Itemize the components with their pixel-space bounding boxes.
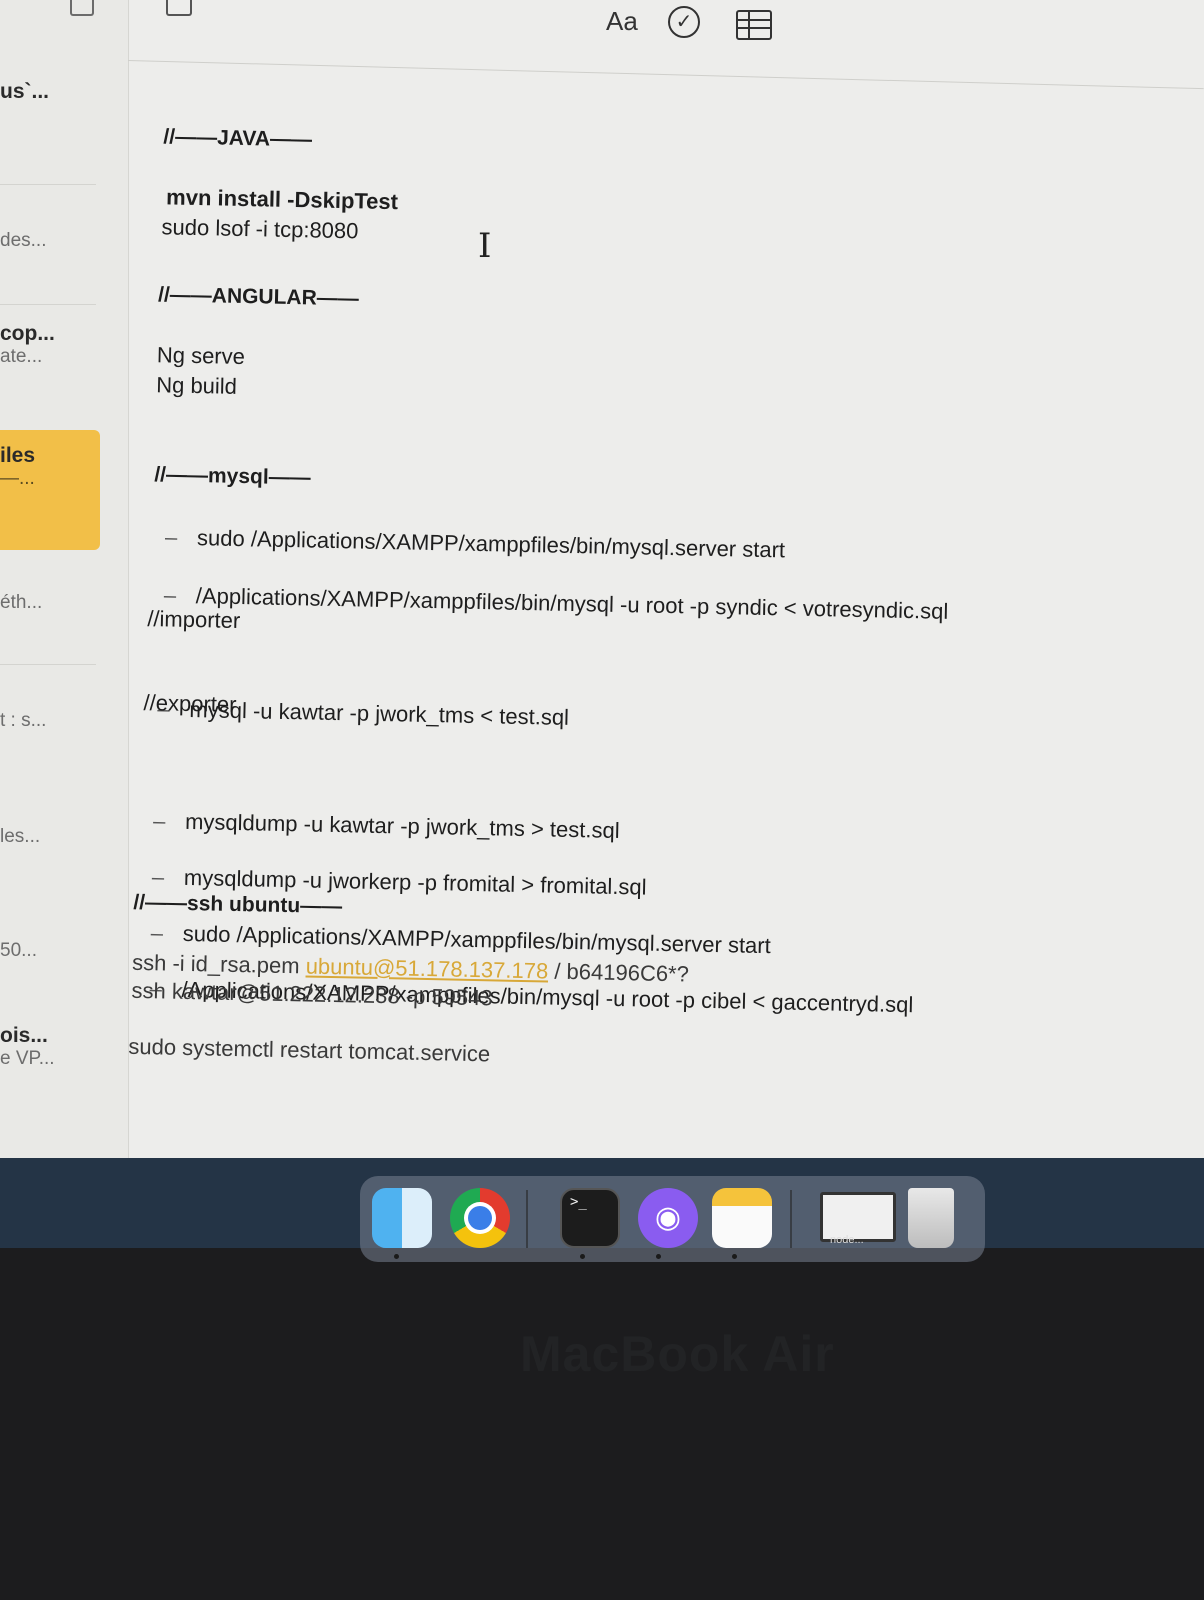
note-preview: e VP...: [0, 1048, 55, 1069]
sidebar-note-2[interactable]: des...: [0, 230, 100, 252]
note-toolbar: Aa ✓: [128, 0, 1204, 70]
sidebar-note-selected[interactable]: iles —...: [0, 430, 100, 550]
divider: [0, 184, 96, 185]
format-button[interactable]: Aa: [606, 6, 638, 37]
sidebar-note-5[interactable]: éth...: [0, 592, 100, 614]
running-indicator: [656, 1254, 661, 1259]
note-line: sudo lsof -i tcp:8080: [161, 214, 359, 244]
note-preview: t : s...: [0, 710, 47, 731]
note-title: ois...: [0, 1024, 48, 1047]
section-heading-ssh: //——ssh ubuntu——: [133, 890, 343, 919]
running-indicator: [394, 1254, 399, 1259]
note-editor[interactable]: //——JAVA—— mvn install -DskipTest sudo l…: [128, 110, 1190, 1066]
list-item: mysqldump -u kawtar -p jwork_tms > test.…: [153, 806, 1193, 858]
note-line: Ng build: [155, 372, 238, 399]
window-thumbnail-label: node...: [830, 1234, 864, 1246]
note-line: mvn install -DskipTest: [165, 184, 399, 215]
sidebar-note-6[interactable]: t : s...: [0, 710, 100, 732]
section-heading-mysql: //——mysql——: [154, 463, 311, 490]
note-preview: éth...: [0, 592, 43, 613]
ssh-host-link[interactable]: ubuntu@51.178.137.178: [305, 953, 548, 983]
notes-sidebar: us`... des... cop... ate... iles —... ét…: [0, 0, 129, 1170]
note-preview: 50...: [0, 940, 37, 961]
ssh-command-suffix: / b64196C6*?: [547, 958, 690, 987]
chrome-icon[interactable]: [450, 1188, 510, 1248]
sidebar-note-1[interactable]: us`...: [0, 80, 100, 104]
note-preview: les...: [0, 826, 41, 847]
trash-icon[interactable]: [908, 1188, 954, 1248]
note-title: cop...: [0, 322, 55, 345]
note-line: ssh kawtar@51.222.12.238 -p 59543: [131, 977, 493, 1011]
section-heading-java: //——JAVA——: [163, 125, 313, 152]
list-item: mysql -u kawtar -p jwork_tms < test.sql: [157, 694, 1197, 746]
bezel-label: MacBook Air: [520, 1326, 835, 1382]
list-item: /Applications/XAMPP/xamppfiles/bin/mysql…: [164, 580, 1204, 632]
note-title: iles: [0, 444, 36, 467]
running-indicator: [580, 1254, 585, 1259]
sidebar-note-9[interactable]: ois... e VP...: [0, 1024, 100, 1070]
terminal-icon[interactable]: >_: [560, 1188, 620, 1248]
note-preview: des...: [0, 230, 47, 251]
screen: us`... des... cop... ate... iles —... ét…: [0, 0, 1204, 1170]
divider: [0, 304, 96, 305]
text-cursor-icon: I: [478, 226, 492, 266]
sidebar-note-3[interactable]: cop... ate...: [0, 322, 100, 368]
notes-icon[interactable]: [712, 1188, 772, 1248]
finder-icon[interactable]: [372, 1188, 432, 1248]
dock-divider: [790, 1190, 792, 1248]
compose-icon[interactable]: [166, 0, 192, 16]
github-desktop-icon[interactable]: ◉: [638, 1188, 698, 1248]
section-heading-angular: //——ANGULAR——: [157, 283, 360, 311]
note-line: //importer: [147, 606, 241, 633]
divider: [0, 664, 96, 665]
dock-divider: [526, 1190, 528, 1248]
checklist-icon[interactable]: ✓: [668, 6, 700, 38]
note-line: Ng serve: [156, 342, 246, 370]
sidebar-note-7[interactable]: les...: [0, 826, 100, 848]
note-preview: —...: [0, 468, 35, 489]
note-line: //exporter: [143, 689, 237, 717]
delete-icon[interactable]: [70, 0, 94, 16]
ssh-command-prefix: ssh -i id_rsa.pem: [131, 949, 306, 979]
list-item: sudo /Applications/XAMPP/xamppfiles/bin/…: [165, 522, 1204, 574]
running-indicator: [732, 1254, 737, 1259]
note-preview: ate...: [0, 346, 43, 367]
note-title: us`...: [0, 80, 50, 103]
table-icon[interactable]: [736, 10, 772, 40]
note-line: sudo systemctl restart tomcat.service: [128, 1033, 491, 1067]
dock: >_ ◉ node...: [360, 1176, 985, 1262]
sidebar-note-8[interactable]: 50...: [0, 940, 100, 962]
